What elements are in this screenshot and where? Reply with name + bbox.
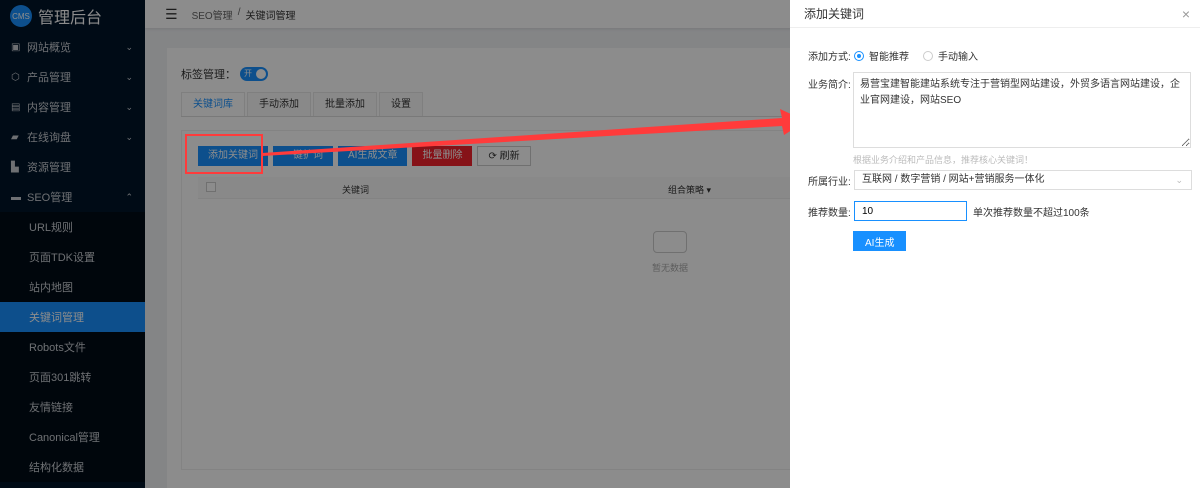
close-icon[interactable]: × bbox=[1182, 6, 1190, 22]
chevron-down-icon: ⌄ bbox=[1175, 175, 1183, 185]
drawer-title: 添加关键词 bbox=[804, 7, 865, 21]
modal-mask[interactable] bbox=[0, 0, 790, 488]
radio-unchecked-icon bbox=[923, 50, 933, 61]
count-hint: 单次推荐数量不超过100条 bbox=[973, 207, 1090, 219]
radio-manual-label: 手动输入 bbox=[938, 52, 978, 63]
radio-checked-icon bbox=[854, 50, 864, 61]
method-label: 添加方式: bbox=[808, 52, 851, 63]
count-input[interactable] bbox=[854, 201, 967, 221]
add-keyword-drawer: 添加关键词 × 添加方式: 智能推荐 手动输入 业务简介: 易营宝建智能建站系统专… bbox=[790, 0, 1200, 488]
industry-select[interactable]: 互联网 / 数字营销 / 网站+营销服务一体化 ⌄ bbox=[854, 170, 1192, 190]
radio-smart-label: 智能推荐 bbox=[869, 52, 909, 63]
intro-textarea[interactable]: 易营宝建智能建站系统专注于营销型网站建设，外贸多语言网站建设，企业官网建设，网站… bbox=[853, 72, 1191, 148]
radio-manual[interactable]: 手动输入 bbox=[923, 48, 978, 63]
count-label: 推荐数量: bbox=[808, 207, 851, 219]
industry-label: 所属行业: bbox=[808, 176, 851, 188]
ai-generate-button[interactable]: AI生成 bbox=[853, 231, 907, 251]
intro-label: 业务简介: bbox=[808, 80, 851, 91]
industry-value: 互联网 / 数字营销 / 网站+营销服务一体化 bbox=[862, 174, 1045, 185]
radio-smart[interactable]: 智能推荐 bbox=[854, 48, 909, 63]
intro-hint: 根据业务介绍和产品信息，推荐核心关键词！ bbox=[853, 155, 1034, 165]
